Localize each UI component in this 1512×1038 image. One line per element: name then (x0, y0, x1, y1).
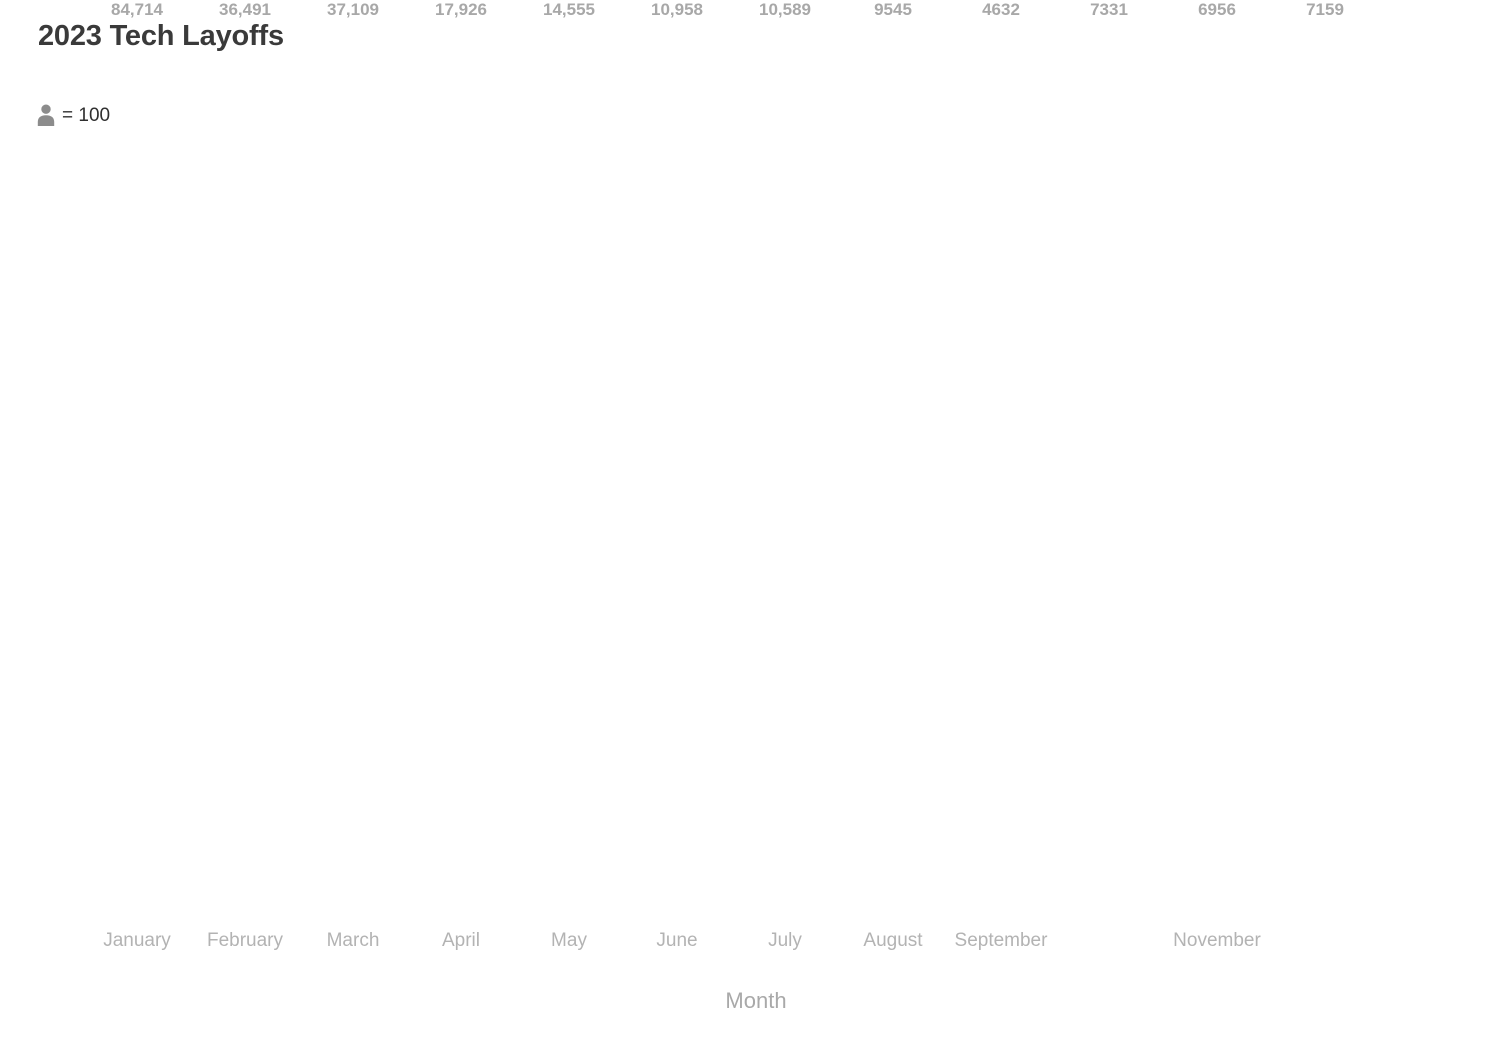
x-tick-november: November (1173, 930, 1261, 951)
month-icon-stack (515, 0, 627, 917)
month-icon-stack (299, 0, 411, 917)
month-icon-stack (623, 0, 735, 917)
month-icon-stack (407, 0, 519, 917)
month-icon-stack (839, 0, 951, 917)
plot-area: 84,714 January 36,491 February 37,109 March 17… (0, 0, 1512, 1038)
x-tick-september: September (954, 930, 1048, 951)
month-icon-stack (947, 0, 1059, 917)
pictogram-chart: 2023 Tech Layoffs = 100 84,714 January 36,… (0, 0, 1512, 1038)
month-icon-stack (83, 0, 195, 917)
month-icon-stack (1055, 0, 1167, 917)
value-label-december: 7159 (1306, 0, 1344, 19)
x-axis-title: Month (725, 988, 787, 1013)
month-icon-stack (1271, 0, 1383, 917)
month-icon-stack (1163, 0, 1275, 917)
month-icon-stack (191, 0, 303, 917)
month-icon-stack (731, 0, 843, 917)
